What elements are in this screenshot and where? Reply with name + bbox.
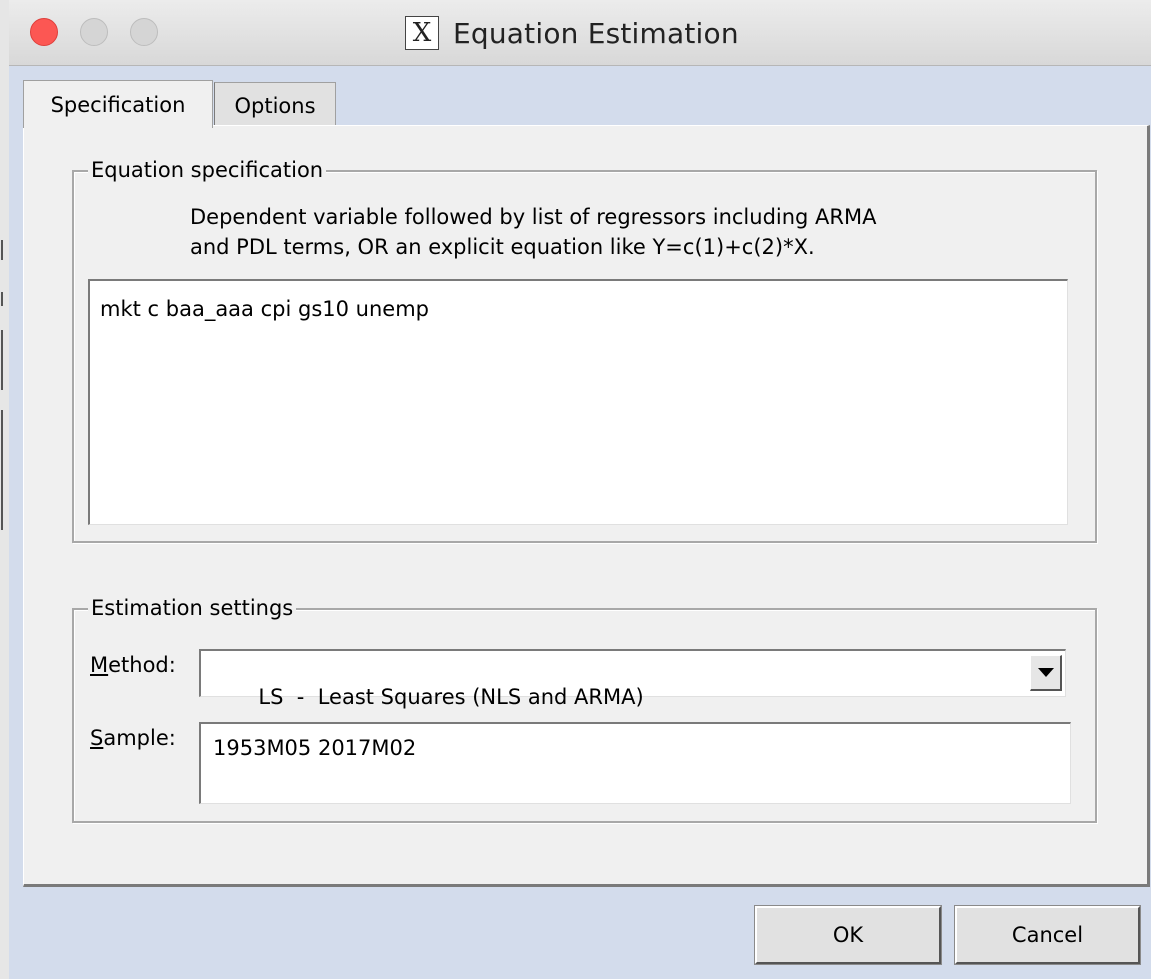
edge-mark <box>1 240 3 260</box>
method-label: Method: <box>90 653 176 677</box>
tab-options[interactable]: Options <box>214 82 336 128</box>
background-window-edge <box>0 0 9 979</box>
title-bar: X Equation Estimation <box>9 0 1151 66</box>
ok-button[interactable]: OK <box>754 905 942 965</box>
window-title: Equation Estimation <box>453 16 739 50</box>
estimation-settings-group: Estimation settings Method: LS - Least S… <box>72 595 1097 823</box>
tab-specification[interactable]: Specification <box>23 80 213 128</box>
instructions-line-1: Dependent variable followed by list of r… <box>190 205 877 229</box>
chevron-down-icon <box>1037 668 1054 677</box>
sample-label: Sample: <box>90 726 176 750</box>
close-window-button[interactable] <box>30 18 58 46</box>
window-title-group: X Equation Estimation <box>405 14 739 52</box>
instructions-text: Dependent variable followed by list of r… <box>190 202 1070 262</box>
zoom-window-button[interactable] <box>130 18 158 46</box>
equation-specification-legend: Equation specification <box>88 157 327 183</box>
equation-input[interactable]: mkt c baa_aaa cpi gs10 unemp <box>88 279 1068 525</box>
cancel-button[interactable]: Cancel <box>954 905 1141 965</box>
app-x-icon: X <box>405 16 439 50</box>
instructions-line-2: and PDL terms, OR an explicit equation l… <box>190 235 815 259</box>
equation-specification-group: Equation specification Dependent variabl… <box>72 157 1097 543</box>
edge-mark <box>1 330 3 390</box>
method-value: LS - Least Squares (NLS and ARMA) <box>258 685 644 709</box>
edge-mark <box>1 292 3 306</box>
estimation-settings-legend: Estimation settings <box>88 595 297 621</box>
equation-estimation-dialog: X Equation Estimation Specification Opti… <box>9 0 1151 979</box>
minimize-window-button[interactable] <box>80 18 108 46</box>
edge-mark <box>1 410 3 530</box>
specification-panel: Equation specification Dependent variabl… <box>23 125 1150 887</box>
sample-input[interactable]: 1953M05 2017M02 <box>199 722 1071 804</box>
dropdown-button[interactable] <box>1030 655 1062 691</box>
method-select[interactable]: LS - Least Squares (NLS and ARMA) <box>199 649 1066 709</box>
